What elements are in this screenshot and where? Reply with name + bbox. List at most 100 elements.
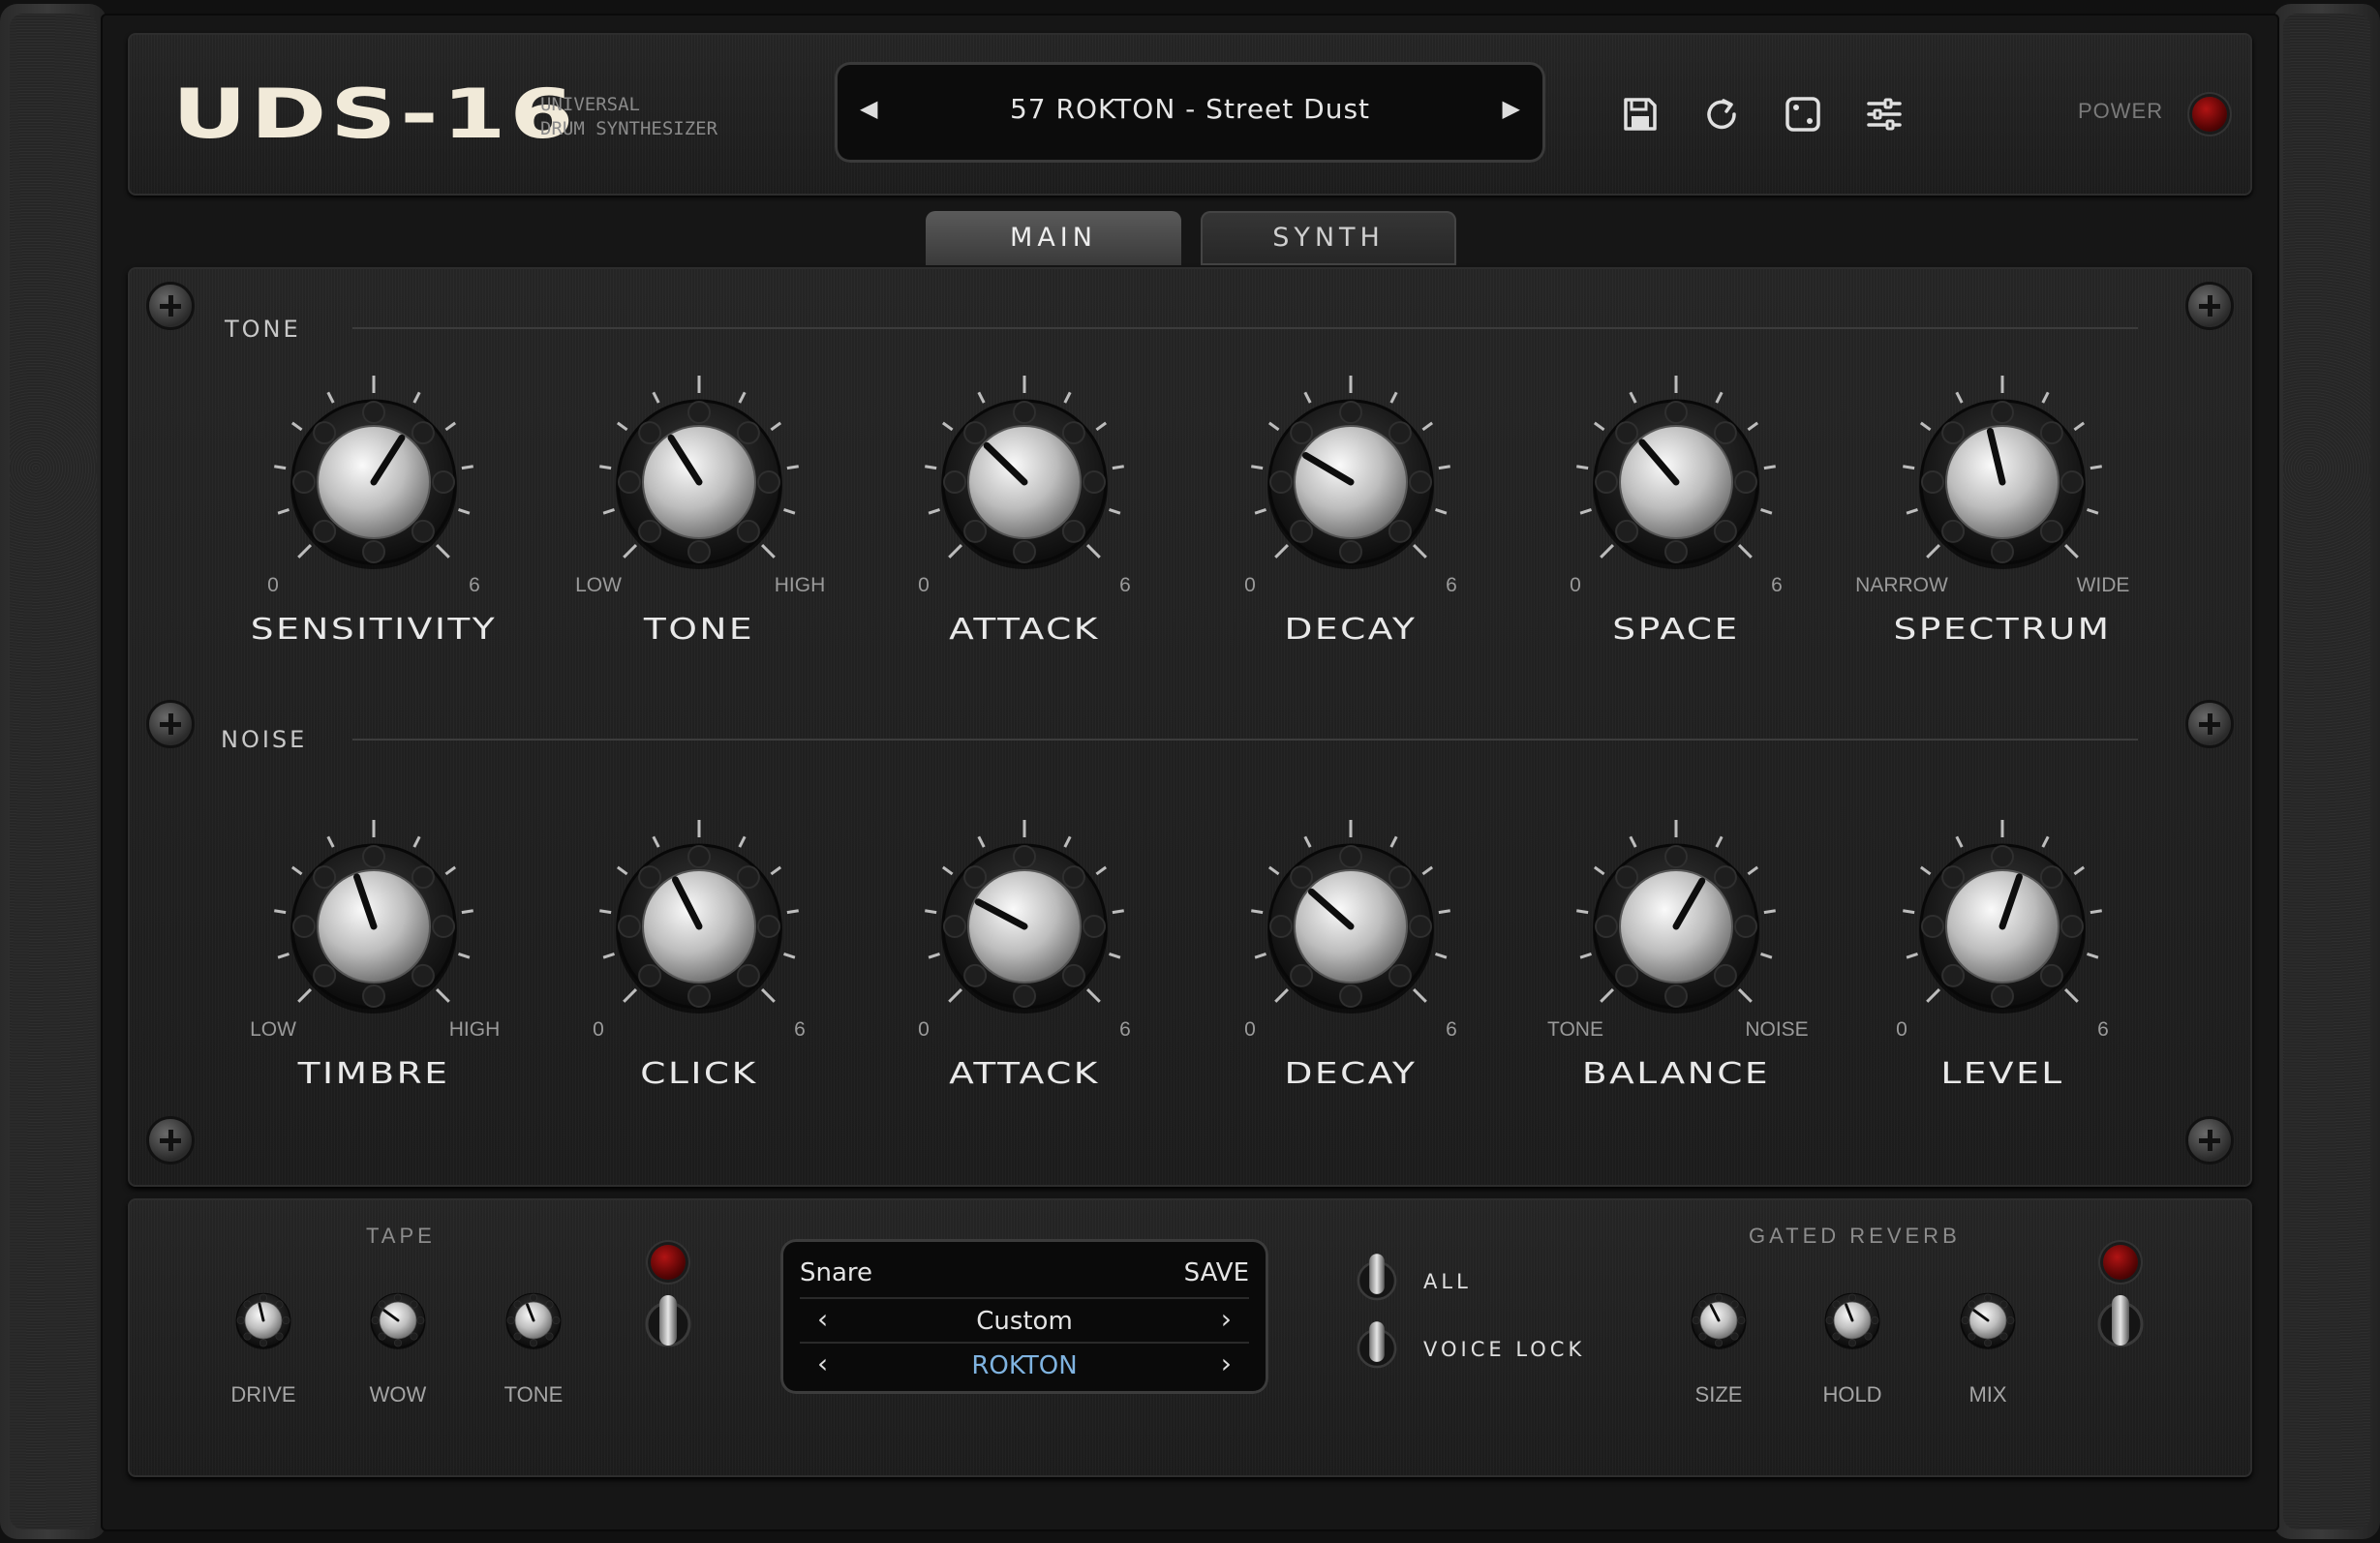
knob-label: HOLD — [1822, 1382, 1882, 1407]
knob-tape-tone[interactable] — [493, 1280, 574, 1361]
instrument-name: Snare — [800, 1258, 873, 1287]
power-label: POWER — [2078, 99, 2164, 123]
tape-title: TAPE — [366, 1224, 436, 1248]
knob-max-label: HIGH — [448, 1018, 501, 1041]
display-header-row: Snare SAVE — [800, 1253, 1249, 1297]
knob-min-label: 0 — [1244, 1018, 1256, 1041]
knob-min-label: TONE — [1547, 1018, 1603, 1041]
bank-prev-button[interactable]: ‹ — [817, 1347, 828, 1379]
power-led[interactable] — [2192, 97, 2227, 132]
knob-label: LEVEL — [1940, 1057, 2064, 1091]
noise-divider — [352, 739, 2138, 741]
knob-tape-drive[interactable] — [223, 1280, 304, 1361]
knob-max-label: 6 — [1119, 574, 1131, 596]
all-switch[interactable] — [1356, 1249, 1398, 1313]
screw-icon — [149, 703, 192, 745]
knob-min-label: 0 — [918, 574, 930, 596]
knob-label: CLICK — [640, 1057, 758, 1091]
dice-icon[interactable] — [1784, 95, 1822, 134]
knob-tone-spectrum[interactable] — [1891, 371, 2114, 593]
bank-next-button[interactable]: › — [1221, 1347, 1232, 1379]
kit-display: Snare SAVE ‹ Custom › ‹ ROKTON › — [780, 1239, 1268, 1394]
kit-prev-button[interactable]: ‹ — [817, 1303, 828, 1335]
knob-label: TIMBRE — [297, 1057, 450, 1091]
knob-label: BALANCE — [1581, 1057, 1771, 1091]
tab-synth[interactable]: SYNTH — [1201, 211, 1456, 265]
knob-min-label: LOW — [250, 1018, 296, 1041]
knob-min-label: 0 — [1244, 574, 1256, 596]
knob-noise-decay[interactable] — [1239, 815, 1462, 1038]
knob-max-label: 6 — [1771, 574, 1783, 596]
knob-min-label: 0 — [593, 1018, 604, 1041]
knob-tone-space[interactable] — [1565, 371, 1787, 593]
tone-section-title: TONE — [225, 316, 301, 343]
kit-name[interactable]: Custom — [839, 1307, 1210, 1336]
screw-icon — [2188, 703, 2231, 745]
tone-divider — [352, 327, 2138, 329]
tape-led — [651, 1245, 686, 1280]
knob-max-label: 6 — [1446, 1018, 1457, 1041]
knob-max-label: 6 — [794, 1018, 806, 1041]
voice-lock-label: VOICE LOCK — [1423, 1338, 1586, 1361]
gated-reverb-title: GATED REVERB — [1749, 1224, 1961, 1248]
tab-main[interactable]: MAIN — [926, 211, 1181, 265]
kit-row: ‹ Custom › — [800, 1299, 1249, 1344]
knob-noise-timbre[interactable] — [262, 815, 485, 1038]
knob-gated_reverb-mix[interactable] — [1947, 1280, 2029, 1361]
kit-next-button[interactable]: › — [1221, 1303, 1232, 1335]
bank-name[interactable]: ROKTON — [839, 1351, 1210, 1380]
knob-min-label: LOW — [575, 574, 622, 596]
screw-icon — [149, 285, 192, 327]
sliders-icon[interactable] — [1865, 95, 1904, 134]
knob-label: TONE — [503, 1382, 564, 1407]
knob-label: DECAY — [1284, 1057, 1418, 1091]
knob-max-label: 6 — [1119, 1018, 1131, 1041]
noise-section-title: NOISE — [221, 726, 308, 753]
knob-gated_reverb-hold[interactable] — [1812, 1280, 1893, 1361]
knob-tape-wow[interactable] — [357, 1280, 439, 1361]
knob-tone-sensitivity[interactable] — [262, 371, 485, 593]
all-switch-label: ALL — [1423, 1270, 1472, 1293]
knob-label: SPECTRUM — [1893, 613, 2112, 647]
knob-tone-tone[interactable] — [588, 371, 810, 593]
preset-prev-button[interactable]: ◀ — [860, 95, 877, 122]
voice-lock-switch[interactable] — [1356, 1316, 1398, 1380]
reverb-bypass-switch[interactable] — [2096, 1287, 2145, 1361]
knob-label: SENSITIVITY — [250, 613, 498, 647]
reverb-led — [2103, 1245, 2138, 1280]
reset-icon[interactable] — [1702, 95, 1741, 134]
logo: UDS-16 — [172, 75, 578, 154]
knob-noise-click[interactable] — [588, 815, 810, 1038]
knob-label: TONE — [643, 613, 755, 647]
knob-min-label: 0 — [267, 574, 279, 596]
knob-max-label: 6 — [469, 574, 480, 596]
knob-max-label: NOISE — [1745, 1018, 1809, 1041]
right-rack-ear — [2273, 4, 2380, 1539]
preset-name[interactable]: 57 ROKTON - Street Dust — [893, 93, 1487, 125]
bank-row: ‹ ROKTON › — [800, 1344, 1249, 1388]
preset-next-button[interactable]: ▶ — [1503, 95, 1520, 122]
preset-browser[interactable]: ◀ 57 ROKTON - Street Dust ▶ — [835, 62, 1545, 163]
screw-icon — [2188, 285, 2231, 327]
knob-noise-balance[interactable] — [1565, 815, 1787, 1038]
display-save-button[interactable]: SAVE — [1184, 1258, 1249, 1287]
knob-noise-attack[interactable] — [913, 815, 1136, 1038]
floppy-disk-icon[interactable] — [1621, 95, 1660, 134]
left-rack-ear — [0, 4, 107, 1539]
product-subtitle: UNIVERSAL DRUM SYNTHESIZER — [540, 94, 718, 139]
knob-min-label: NARROW — [1855, 574, 1948, 596]
knob-label: MIX — [1968, 1382, 2007, 1407]
knob-label: ATTACK — [949, 1057, 1100, 1091]
screw-icon — [2188, 1119, 2231, 1162]
knob-gated_reverb-size[interactable] — [1678, 1280, 1759, 1361]
tape-bypass-switch[interactable] — [644, 1287, 692, 1361]
knob-tone-attack[interactable] — [913, 371, 1136, 593]
knob-tone-decay[interactable] — [1239, 371, 1462, 593]
knob-min-label: 0 — [1896, 1018, 1907, 1041]
knob-noise-level[interactable] — [1891, 815, 2114, 1038]
knob-max-label: 6 — [1446, 574, 1457, 596]
knob-max-label: HIGH — [774, 574, 826, 596]
screw-icon — [149, 1119, 192, 1162]
knob-label: DECAY — [1284, 613, 1418, 647]
knob-label: DRIVE — [230, 1382, 296, 1407]
